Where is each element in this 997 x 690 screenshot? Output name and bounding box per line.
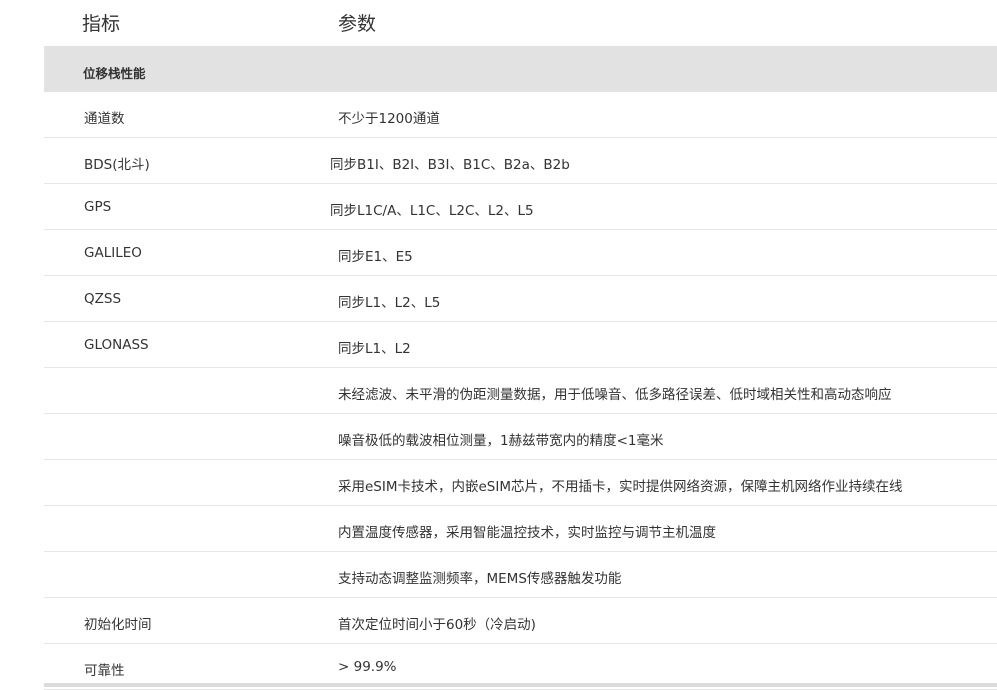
spec-table: 通道数 不少于1200通道 BDS(北斗) 同步B1I、B2I、B3I、B1C、… (44, 92, 997, 690)
table-row: 初始化时间 首次定位时间小于60秒（冷启动) (44, 598, 997, 644)
table-row: GALILEO 同步E1、E5 (44, 230, 997, 276)
row-value: 同步E1、E5 (338, 249, 413, 265)
table-row: BDS(北斗) 同步B1I、B2I、B3I、B1C、B2a、B2b (44, 138, 997, 184)
row-value: 首次定位时间小于60秒（冷启动) (338, 617, 536, 633)
row-value: 同步L1、L2、L5 (338, 295, 441, 311)
row-value: 支持动态调整监测频率，MEMS传感器触发功能 (338, 571, 622, 587)
row-name: GALILEO (84, 245, 142, 261)
table-row: 内置温度传感器，采用智能温控技术，实时监控与调节主机温度 (44, 506, 997, 552)
row-name: 可靠性 (84, 663, 125, 679)
row-name: 通道数 (84, 111, 125, 127)
table-row: 未经滤波、未平滑的伪距测量数据，用于低噪音、低多路径误差、低时域相关性和高动态响… (44, 368, 997, 414)
table-row: GPS 同步L1C/A、L1C、L2C、L2、L5 (44, 184, 997, 230)
row-name: GPS (84, 199, 112, 215)
header-parameter: 参数 (338, 13, 377, 35)
table-row: 噪音极低的载波相位测量，1赫兹带宽内的精度<1毫米 (44, 414, 997, 460)
section-header: 位移栈性能 (44, 46, 997, 92)
table-row: QZSS 同步L1、L2、L5 (44, 276, 997, 322)
row-name: 初始化时间 (84, 617, 152, 633)
row-value: 同步L1C/A、L1C、L2C、L2、L5 (330, 203, 534, 219)
table-row: GLONASS 同步L1、L2 (44, 322, 997, 368)
row-value: 同步L1、L2 (338, 341, 411, 357)
table-row: 采用eSIM卡技术，内嵌eSIM芯片，不用插卡，实时提供网络资源，保障主机网络作… (44, 460, 997, 506)
header-indicator: 指标 (82, 13, 121, 35)
row-value: 同步B1I、B2I、B3I、B1C、B2a、B2b (330, 157, 570, 173)
row-value: 内置温度传感器，采用智能温控技术，实时监控与调节主机温度 (338, 525, 716, 541)
row-value: 不少于1200通道 (338, 111, 440, 127)
section-label: 位移栈性能 (83, 66, 146, 81)
row-value: 采用eSIM卡技术，内嵌eSIM芯片，不用插卡，实时提供网络资源，保障主机网络作… (338, 479, 903, 495)
row-value: 噪音极低的载波相位测量，1赫兹带宽内的精度<1毫米 (338, 433, 664, 449)
table-header: 指标 参数 (0, 0, 997, 46)
row-name: BDS(北斗) (84, 157, 150, 173)
table-row: 支持动态调整监测频率，MEMS传感器触发功能 (44, 552, 997, 598)
row-value: > 99.9% (338, 659, 397, 675)
row-name: QZSS (84, 291, 122, 307)
table-bottom-border (44, 683, 997, 687)
row-name: GLONASS (84, 337, 149, 353)
row-value: 未经滤波、未平滑的伪距测量数据，用于低噪音、低多路径误差、低时域相关性和高动态响… (338, 387, 892, 403)
table-row: 通道数 不少于1200通道 (44, 92, 997, 138)
